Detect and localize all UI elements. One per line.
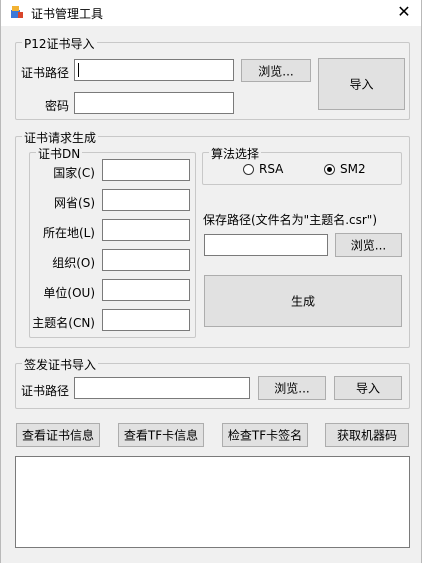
dn-province-label: 网省(S) <box>54 196 95 210</box>
signed-import-button[interactable]: 导入 <box>334 376 402 400</box>
signed-path-input[interactable] <box>74 377 250 399</box>
dn-province-input[interactable] <box>102 189 190 211</box>
save-path-input[interactable] <box>204 234 328 256</box>
generate-button[interactable]: 生成 <box>204 275 402 327</box>
dn-unit-label: 单位(OU) <box>43 286 95 300</box>
check-tf-sign-button[interactable]: 检查TF卡签名 <box>222 423 308 447</box>
rsa-radio[interactable] <box>243 164 254 175</box>
p12-browse-label: 浏览... <box>258 64 294 78</box>
view-tf-info-button[interactable]: 查看TF卡信息 <box>118 423 204 447</box>
save-browse-button[interactable]: 浏览... <box>335 233 402 257</box>
close-icon[interactable]: ✕ <box>389 0 419 26</box>
signed-group-label: 签发证书导入 <box>22 356 99 373</box>
dn-org-input[interactable] <box>102 249 190 271</box>
algorithm-group: 算法选择 <box>202 145 402 185</box>
p12-path-input[interactable] <box>74 59 234 81</box>
dn-country-label: 国家(C) <box>53 166 95 180</box>
p12-browse-button[interactable]: 浏览... <box>241 59 311 82</box>
view-cert-info-label: 查看证书信息 <box>21 428 94 443</box>
dn-locality-label: 所在地(L) <box>42 226 95 240</box>
p12-path-label: 证书路径 <box>21 66 70 80</box>
save-browse-label: 浏览... <box>350 238 387 253</box>
cert-dn-label: 证书DN <box>36 145 83 162</box>
signed-import-label: 导入 <box>355 381 380 396</box>
dn-cn-label: 主题名(CN) <box>32 316 95 330</box>
generate-label: 生成 <box>290 294 315 309</box>
title-bar: 证书管理工具 ✕ <box>1 0 421 26</box>
signed-browse-label: 浏览... <box>274 381 310 396</box>
sm2-radio[interactable] <box>324 164 335 175</box>
get-machine-code-label: 获取机器码 <box>336 428 397 443</box>
p12-password-input[interactable] <box>74 92 234 114</box>
dn-cn-input[interactable] <box>102 309 190 331</box>
dn-unit-input[interactable] <box>102 279 190 301</box>
p12-import-button[interactable]: 导入 <box>318 58 405 110</box>
sm2-radio-label[interactable]: SM2 <box>340 162 366 176</box>
dn-org-label: 组织(O) <box>52 256 95 270</box>
check-tf-sign-label: 检查TF卡签名 <box>227 428 303 443</box>
csr-group-label: 证书请求生成 <box>22 129 99 146</box>
main-window: 证书管理工具 ✕ P12证书导入 证书路径 浏览... 导入 密码 证书请求生成… <box>0 0 422 563</box>
save-path-label: 保存路径(文件名为"主题名.csr") <box>203 213 378 227</box>
certificate-app-icon <box>11 6 23 18</box>
p12-import-label: 导入 <box>349 77 374 92</box>
p12-group-label: P12证书导入 <box>22 35 97 52</box>
output-textarea[interactable] <box>15 456 410 548</box>
get-machine-code-button[interactable]: 获取机器码 <box>325 423 409 447</box>
window-title: 证书管理工具 <box>31 7 104 21</box>
dn-locality-input[interactable] <box>102 219 190 241</box>
p12-password-label: 密码 <box>45 99 70 113</box>
rsa-radio-label[interactable]: RSA <box>259 162 283 176</box>
view-tf-info-label: 查看TF卡信息 <box>123 428 199 443</box>
dn-country-input[interactable] <box>102 159 190 181</box>
view-cert-info-button[interactable]: 查看证书信息 <box>16 423 100 447</box>
signed-browse-button[interactable]: 浏览... <box>258 376 326 400</box>
signed-path-label: 证书路径 <box>21 384 70 398</box>
algorithm-group-label: 算法选择 <box>209 145 262 162</box>
